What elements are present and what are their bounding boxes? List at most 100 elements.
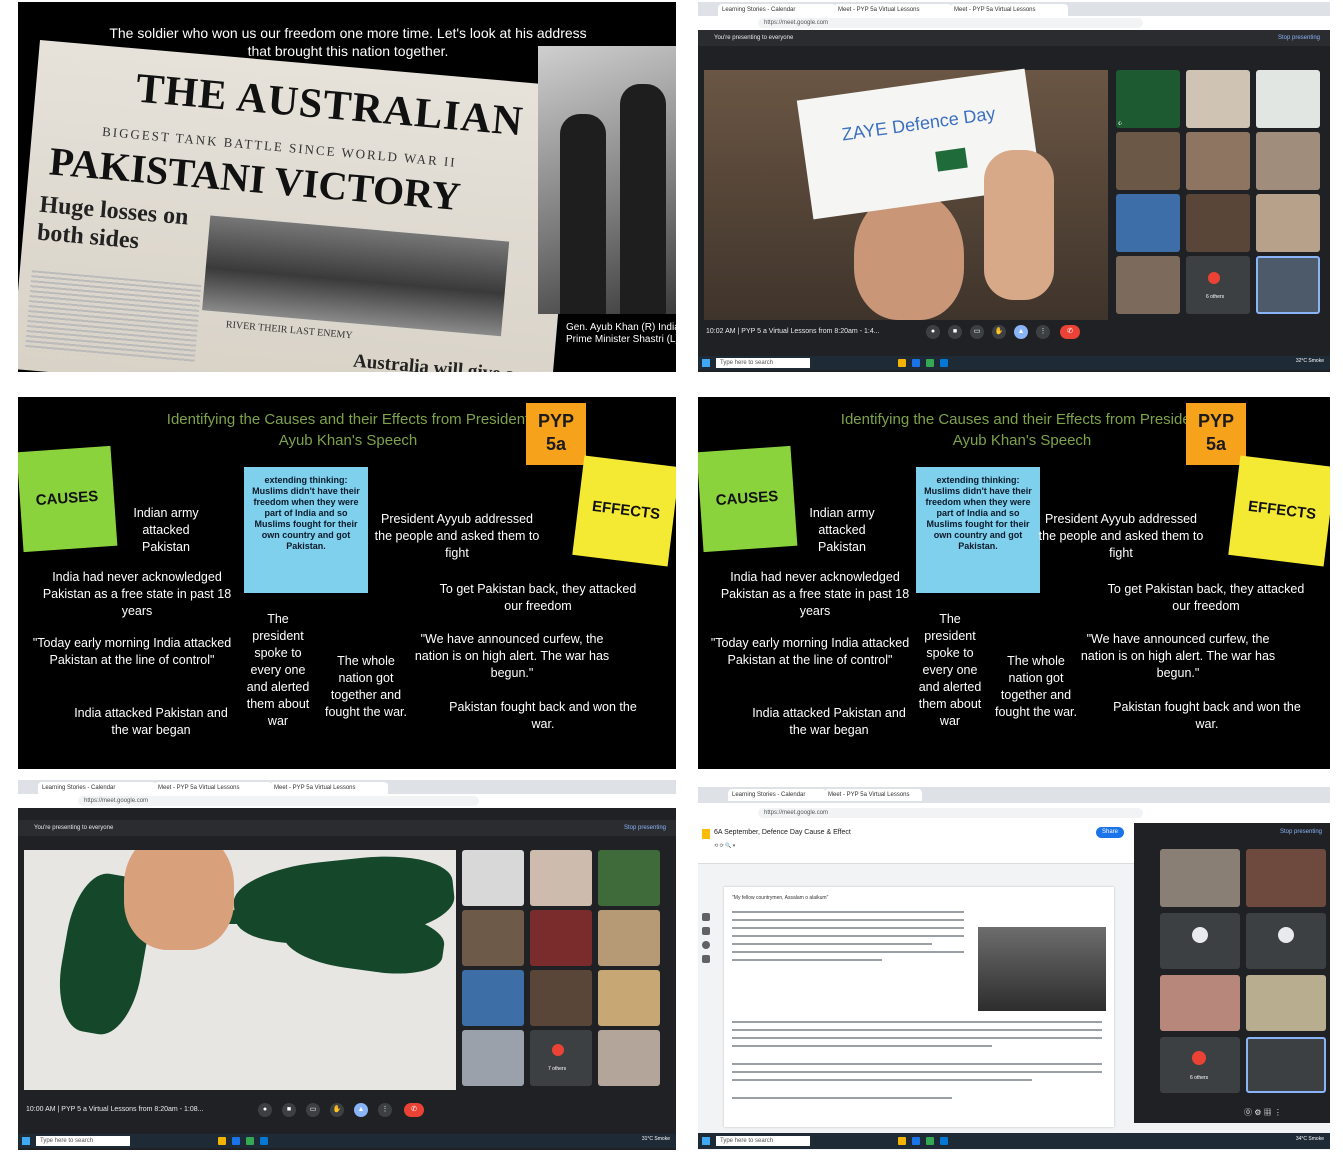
participant-tile[interactable] <box>1256 132 1320 190</box>
participant-tile[interactable] <box>1246 849 1326 907</box>
weather-status: 31°C Smoke <box>641 1136 670 1142</box>
self-tile[interactable] <box>1256 256 1320 314</box>
participant-tile[interactable] <box>1160 849 1240 907</box>
participant-tile[interactable] <box>462 910 524 966</box>
participant-tile[interactable] <box>598 970 660 1026</box>
browser-tab[interactable]: Meet - PYP 5a Virtual Lessons <box>834 4 952 16</box>
participant-tile[interactable] <box>598 910 660 966</box>
present-icon[interactable]: ▲ <box>1014 325 1028 339</box>
more-icon[interactable]: ⋮ <box>1036 325 1050 339</box>
present-icon[interactable]: ▲ <box>354 1103 368 1117</box>
self-tile[interactable] <box>1246 1037 1326 1093</box>
class-badge: PYP 5a <box>1186 403 1246 465</box>
browser-tab[interactable]: Meet - PYP 5a Virtual Lessons <box>270 782 388 794</box>
newspaper-slide: The soldier who won us our freedom one m… <box>18 2 676 372</box>
meet-window-card: Learning Stories - Calendar Meet - PYP 5… <box>698 2 1330 372</box>
participant-tile[interactable] <box>1246 913 1326 969</box>
camera-icon[interactable]: ■ <box>282 1103 296 1117</box>
browser-tab[interactable]: Learning Stories - Calendar <box>728 789 826 801</box>
text-icon[interactable] <box>702 955 710 963</box>
participant-tile[interactable] <box>462 850 524 906</box>
participant-tile[interactable]: ☪ <box>1116 70 1180 128</box>
browser-tab[interactable]: Meet - PYP 5a Virtual Lessons <box>950 4 1068 16</box>
others-tile[interactable]: 6 others <box>1186 256 1250 314</box>
edge-icon[interactable] <box>232 1137 240 1145</box>
folder-icon[interactable] <box>898 1137 906 1145</box>
participant-tile[interactable] <box>530 910 592 966</box>
taskbar-search[interactable]: Type here to search <box>716 358 810 368</box>
chrome-icon[interactable] <box>926 359 934 367</box>
others-tile[interactable]: 7 others <box>530 1030 592 1086</box>
participant-tile[interactable] <box>1186 194 1250 252</box>
folder-icon[interactable] <box>898 359 906 367</box>
participant-tile[interactable] <box>1116 256 1180 314</box>
windows-start-icon[interactable] <box>702 1137 710 1145</box>
more-icon[interactable]: ⋮ <box>378 1103 392 1117</box>
taskbar-search[interactable]: Type here to search <box>36 1136 130 1146</box>
circle-icon[interactable] <box>702 941 710 949</box>
url-field[interactable]: https://meet.google.com <box>758 18 1144 28</box>
document-title[interactable]: 6A September, Defence Day Cause & Effect <box>714 829 851 836</box>
newspaper-photo <box>202 215 510 337</box>
participant-tile[interactable] <box>1160 975 1240 1031</box>
browser-tab[interactable]: Meet - PYP 5a Virtual Lessons <box>824 789 922 801</box>
chrome-icon[interactable] <box>246 1137 254 1145</box>
participant-tile[interactable] <box>1246 975 1326 1031</box>
chrome-icon[interactable] <box>926 1137 934 1145</box>
edge-icon[interactable] <box>912 1137 920 1145</box>
pen-icon[interactable] <box>702 913 710 921</box>
presenting-text: You're presenting to everyone <box>714 35 794 41</box>
captions-icon[interactable]: ▭ <box>970 325 984 339</box>
eraser-icon[interactable] <box>702 927 710 935</box>
avatar <box>1208 272 1220 284</box>
extending-thinking-note: extending thinking: Muslims didn't have … <box>916 467 1040 593</box>
cause-item: "Today early morning India attacked Paki… <box>710 636 910 667</box>
participant-tile[interactable] <box>598 850 660 906</box>
participant-tile[interactable] <box>1256 70 1320 128</box>
stop-presenting-button[interactable]: Stop presenting <box>1278 30 1320 46</box>
windows-start-icon[interactable] <box>702 359 710 367</box>
effect-item: The president spoke to every one and ale… <box>918 612 982 728</box>
effect-item: President Ayyub addressed the people and… <box>374 512 540 560</box>
others-tile[interactable]: 6 others <box>1160 1037 1240 1093</box>
mail-icon[interactable] <box>940 1137 948 1145</box>
browser-tab[interactable]: Meet - PYP 5a Virtual Lessons <box>154 782 272 794</box>
raise-hand-icon[interactable]: ✋ <box>330 1103 344 1117</box>
participant-tile[interactable] <box>530 970 592 1026</box>
windows-start-icon[interactable] <box>22 1137 30 1145</box>
taskbar-search[interactable]: Type here to search <box>716 1136 810 1146</box>
participant-tile[interactable] <box>462 970 524 1026</box>
participant-tile[interactable] <box>462 1030 524 1086</box>
mic-icon[interactable]: ● <box>926 325 940 339</box>
participant-tile[interactable] <box>1160 913 1240 969</box>
url-field[interactable]: https://meet.google.com <box>758 808 1144 818</box>
mic-icon[interactable]: ● <box>258 1103 272 1117</box>
camera-icon[interactable]: ■ <box>948 325 962 339</box>
self-tile[interactable] <box>598 1030 660 1086</box>
document-page[interactable]: "My fellow countrymen, Assalam o alaikum… <box>724 887 1114 1127</box>
folder-icon[interactable] <box>218 1137 226 1145</box>
weather-status: 34°C Smoke <box>1295 1136 1324 1142</box>
captions-icon[interactable]: ▭ <box>306 1103 320 1117</box>
class-badge: PYP 5a <box>526 403 586 465</box>
participant-tile[interactable] <box>1116 132 1180 190</box>
url-field[interactable]: https://meet.google.com <box>78 796 479 806</box>
browser-tab[interactable]: Learning Stories - Calendar <box>718 4 836 16</box>
browser-tab[interactable]: Learning Stories - Calendar <box>38 782 156 794</box>
participant-tile[interactable] <box>530 850 592 906</box>
leave-call-icon[interactable]: ✆ <box>1060 325 1080 339</box>
participant-tile[interactable] <box>1186 132 1250 190</box>
edge-icon[interactable] <box>912 359 920 367</box>
stop-presenting-button[interactable]: Stop presenting <box>624 820 666 836</box>
participant-tile[interactable] <box>1116 194 1180 252</box>
mail-icon[interactable] <box>940 359 948 367</box>
meet-controls-icons[interactable]: ⓪ ⚙ ▦ ⋮ <box>1244 1107 1282 1118</box>
mail-icon[interactable] <box>260 1137 268 1145</box>
stop-presenting-button[interactable]: Stop presenting <box>1280 829 1322 835</box>
participant-tile[interactable] <box>1256 194 1320 252</box>
main-video-drawing <box>24 850 456 1090</box>
raise-hand-icon[interactable]: ✋ <box>992 325 1006 339</box>
share-button[interactable]: Share <box>1096 827 1124 838</box>
leave-call-icon[interactable]: ✆ <box>404 1103 424 1117</box>
participant-tile[interactable] <box>1186 70 1250 128</box>
